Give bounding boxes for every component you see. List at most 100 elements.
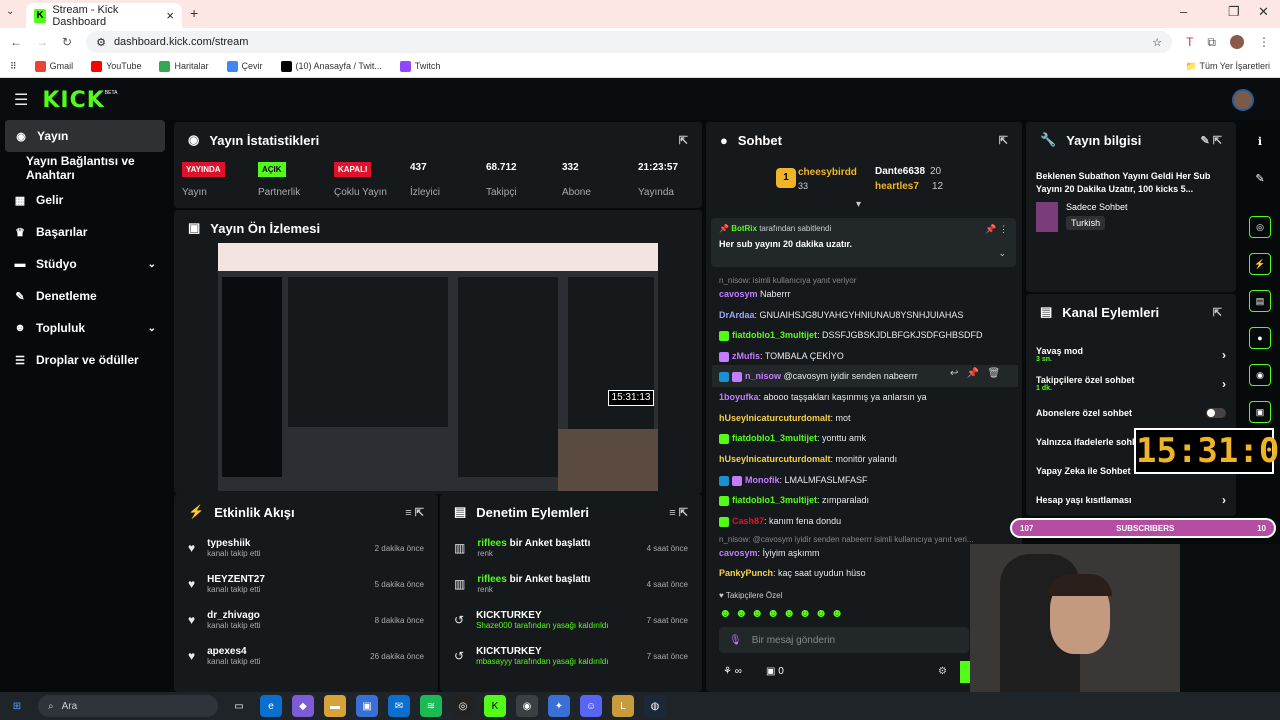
sidebar-item-studyo[interactable]: ▬ Stüdyo ⌄ [0, 248, 170, 280]
copilot-icon[interactable]: ◆ [292, 695, 314, 717]
pencil-icon[interactable]: ✎ [1240, 164, 1280, 192]
sidebar-item-droplar[interactable]: ☰ Droplar ve ödüller [0, 344, 170, 376]
windows-start-icon[interactable]: ⊞ [6, 695, 28, 717]
chat-message[interactable]: PankyPunch: kaç saat uyudun hüso [719, 568, 866, 578]
discord-icon[interactable]: ☺ [580, 695, 602, 717]
bookmark-twitch[interactable]: Twitch [399, 61, 440, 73]
bookmark-youtube[interactable]: YouTube [91, 61, 141, 73]
steam-icon[interactable]: ◍ [644, 695, 666, 717]
chat-message[interactable]: 1boyufka: abooo taşşakları kaşınmış ya a… [719, 392, 927, 402]
broadcast-icon[interactable]: ◉ [1249, 364, 1271, 386]
chat-message[interactable]: cavosym: İyiyim aşkımm [719, 548, 820, 558]
store-icon[interactable]: ▣ [356, 695, 378, 717]
chat-message[interactable]: cavosym Naberrr [719, 289, 791, 299]
bookmark-gmail[interactable]: Gmail [34, 61, 73, 73]
bookmark-twitter[interactable]: (10) Anasayfa / Twit... [280, 61, 382, 73]
kick-app-icon[interactable]: K [484, 695, 506, 717]
chat-message[interactable]: fiatdoblo1_3multijet: yonttu amk [719, 433, 866, 444]
edit-icon[interactable]: ✎ ⇱ [1201, 134, 1223, 147]
leader-3-name[interactable]: heartles7 [875, 181, 919, 192]
taskbar-search[interactable]: ⌕ Ara [38, 695, 218, 717]
popout-icon[interactable]: ⇱ [1213, 306, 1222, 319]
chat-message[interactable]: fiatdoblo1_3multijet: DSSFJGBSKJDLBFGKJS… [719, 330, 983, 341]
spotify-icon[interactable]: ≋ [420, 695, 442, 717]
hamburger-menu-icon[interactable]: ☰ [14, 90, 28, 110]
action-account-age[interactable]: Hesap yaşı kısıtlaması › [1026, 485, 1236, 514]
chat-message[interactable]: fiatdoblo1_3multijet: zımparaladı [719, 495, 869, 506]
file-explorer-icon[interactable]: ▬ [324, 695, 346, 717]
microphone-icon[interactable]: 🎙 [729, 635, 742, 646]
browser-menu-icon[interactable]: ⋮ [1258, 35, 1270, 49]
new-tab-icon[interactable]: + [190, 5, 198, 21]
profile-avatar-icon[interactable] [1230, 35, 1244, 49]
points-display[interactable]: ⚘ ∞ [723, 666, 742, 677]
leader-1-name[interactable]: cheesybirdd [798, 167, 857, 178]
app-icon[interactable]: ✦ [548, 695, 570, 717]
action-subscribers-only[interactable]: Abonelere özel sohbet [1026, 398, 1236, 427]
gift-display[interactable]: ▣ 0 [766, 666, 784, 677]
action-followers-only[interactable]: Takipçilere özel sohbet 1 dk. › [1026, 369, 1236, 398]
chat-message[interactable]: Cash87: kanım fena dondu [719, 516, 841, 527]
lightning-icon[interactable]: ⚡ [1249, 253, 1271, 275]
tab-close-icon[interactable]: × [166, 8, 174, 23]
chat-message[interactable]: n_nisow @cavosym iyidir senden nabeerrr [719, 371, 918, 382]
chat-settings-icon[interactable]: ⚙ [938, 666, 947, 677]
user-avatar[interactable] [1232, 89, 1254, 111]
chat-icon[interactable]: ● [1249, 327, 1271, 349]
bookmark-translate[interactable]: Çevir [226, 61, 263, 73]
stream-preview-video[interactable]: 15:31:13 [218, 243, 658, 491]
info-icon[interactable]: ℹ [1240, 127, 1280, 155]
browser-tab[interactable]: K Stream - Kick Dashboard × [26, 3, 182, 28]
chat-message[interactable]: hUseyInicaturcuturdomalt: monitör yaland… [719, 454, 897, 464]
leader-2-name[interactable]: Dante6638 [875, 166, 925, 177]
filter-icon[interactable]: ≡ ⇱ [669, 506, 688, 519]
chat-input[interactable]: 🎙 Bir mesaj gönderin [719, 627, 969, 653]
action-slow-mode[interactable]: Yavaş mod 3 sn. › [1026, 340, 1236, 369]
site-info-icon[interactable]: ⚙ [96, 36, 106, 49]
collapse-icon[interactable]: ▾ [856, 199, 861, 210]
bookmark-maps[interactable]: Haritalar [159, 61, 209, 73]
minimize-icon[interactable]: – [1180, 4, 1187, 19]
extensions-puzzle-icon[interactable]: ⧉ [1207, 35, 1216, 50]
reload-icon[interactable]: ↻ [62, 35, 72, 49]
chevron-down-icon[interactable]: ⌄ [998, 248, 1006, 259]
obs-icon[interactable]: ◎ [452, 695, 474, 717]
apps-icon[interactable]: ⠿ [10, 61, 17, 72]
close-window-icon[interactable]: ✕ [1258, 4, 1269, 20]
chrome-icon[interactable]: ◉ [516, 695, 538, 717]
popout-icon[interactable]: ⇱ [679, 134, 688, 147]
sidebar-item-stream-key[interactable]: Yayın Bağlantısı ve Anahtarı [0, 152, 170, 184]
mail-icon[interactable]: ✉ [388, 695, 410, 717]
task-view-icon[interactable]: ▭ [228, 695, 250, 717]
pin-menu-icon[interactable]: 📌 ⋮ [985, 224, 1008, 235]
filter-icon[interactable]: ≡ ⇱ [405, 506, 424, 519]
sidebar-item-topluluk[interactable]: ☻ Topluluk ⌄ [0, 312, 170, 344]
sidebar-item-denetleme[interactable]: ✎ Denetleme [0, 280, 170, 312]
emote-bar[interactable]: ☻ ☻ ☻ ☻ ☻ ☻ ☻ ☻ [719, 606, 969, 622]
chat-message[interactable]: zMufis: TOMBALA ÇEKİYO [719, 351, 844, 362]
bookmark-star-icon[interactable]: ☆ [1152, 36, 1162, 49]
url-field[interactable]: ⚙ dashboard.kick.com/stream ☆ [86, 31, 1173, 53]
all-bookmarks[interactable]: 📁 Tüm Yer İşaretleri [1186, 61, 1270, 72]
chat-message[interactable]: DrArdaa: GNUAIHSJG8UYAHGYHNIUNAU8YSNHJUI… [719, 310, 963, 320]
maximize-icon[interactable]: ❐ [1228, 4, 1240, 20]
layout-icon[interactable]: ▣ [1249, 401, 1271, 423]
chat-message[interactable]: Monofik: LMALMFASLMFASF [719, 475, 868, 486]
sidebar-item-gelir[interactable]: ▦ Gelir [0, 184, 170, 216]
chat-message[interactable]: hUseyInicaturcuturdomalt: mot [719, 413, 851, 423]
message-actions[interactable]: ↩ 📌 🗑 [950, 368, 1000, 379]
popout-icon[interactable]: ⇱ [999, 134, 1008, 147]
sidebar-item-yayin[interactable]: ◉ Yayın [5, 120, 165, 152]
toggle-switch[interactable] [1206, 407, 1226, 418]
edge-icon[interactable]: e [260, 695, 282, 717]
league-icon[interactable]: L [612, 695, 634, 717]
send-button[interactable] [960, 661, 970, 683]
extension-icon[interactable]: T [1186, 35, 1193, 49]
kick-logo[interactable]: KICK [42, 88, 104, 113]
forward-icon[interactable]: → [36, 35, 48, 49]
back-icon[interactable]: ← [10, 35, 22, 49]
sidebar-item-basarilar[interactable]: ♛ Başarılar [0, 216, 170, 248]
tab-list-icon[interactable]: ⌄ [6, 6, 14, 17]
target-icon[interactable]: ◎ [1249, 216, 1271, 238]
document-icon[interactable]: ▤ [1249, 290, 1271, 312]
